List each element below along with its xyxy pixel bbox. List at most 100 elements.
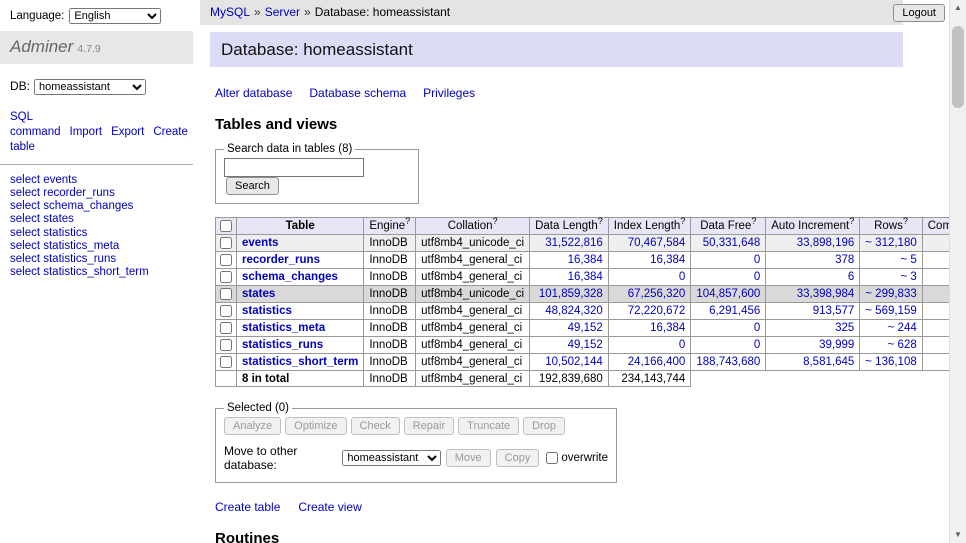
sidebar-link-select-events[interactable]: select events: [10, 174, 200, 187]
data-free-cell: 6,291,456: [691, 303, 766, 320]
rows-link-statistics-meta[interactable]: ~ 244: [888, 322, 917, 334]
doc-help-link[interactable]: ?: [598, 216, 603, 226]
truncate-button[interactable]: Truncate: [458, 417, 519, 435]
index-length-cell: 0: [608, 337, 691, 354]
table-name-cell: states: [237, 286, 364, 303]
doc-help-link[interactable]: ?: [849, 216, 854, 226]
table-link-statistics-meta[interactable]: statistics_meta: [242, 322, 325, 334]
language-label: Language:: [10, 10, 64, 22]
sidebar-link-select-schema-changes[interactable]: select schema_changes: [10, 200, 200, 213]
doc-help-link[interactable]: ?: [405, 216, 410, 226]
scroll-up-icon[interactable]: ▲: [950, 0, 966, 16]
drop-button[interactable]: Drop: [523, 417, 565, 435]
move-button[interactable]: Move: [446, 449, 491, 467]
rows-link-statistics[interactable]: ~ 569,159: [865, 305, 916, 317]
sidebar-link-select-recorder-runs[interactable]: select recorder_runs: [10, 187, 200, 200]
row-checkbox[interactable]: [220, 305, 232, 317]
overwrite-checkbox[interactable]: [546, 452, 558, 464]
doc-help-link[interactable]: ?: [680, 216, 685, 226]
rows-link-statistics-short-term[interactable]: ~ 136,108: [865, 356, 916, 368]
auto-increment-cell: 6: [766, 269, 860, 286]
repair-button[interactable]: Repair: [404, 417, 454, 435]
index-length-cell: 16,384: [608, 320, 691, 337]
index-length-cell: 70,467,584: [608, 235, 691, 252]
selected-fieldset: Selected (0) AnalyzeOptimizeCheckRepairT…: [215, 402, 617, 483]
doc-help-link[interactable]: ?: [903, 216, 908, 226]
scrollbar-thumb[interactable]: [952, 26, 964, 108]
vertical-scrollbar[interactable]: ▲ ▼: [949, 0, 966, 543]
sidebar-action-import[interactable]: Import: [70, 126, 103, 138]
check-button[interactable]: Check: [351, 417, 400, 435]
select-all-checkbox[interactable]: [220, 220, 232, 232]
data-length-cell: 48,824,320: [530, 303, 609, 320]
search-button[interactable]: Search: [226, 177, 279, 195]
sidebar-action-sql-command[interactable]: SQL command: [10, 111, 61, 138]
collation-cell: utf8mb4_general_ci: [416, 320, 530, 337]
copy-button[interactable]: Copy: [496, 449, 540, 467]
rows-link-schema-changes[interactable]: ~ 3: [900, 271, 916, 283]
rows-link-recorder-runs[interactable]: ~ 5: [900, 254, 916, 266]
table-link-events[interactable]: events: [242, 237, 278, 249]
table-name-cell: recorder_runs: [237, 252, 364, 269]
index-length-cell: 0: [608, 269, 691, 286]
table-link-schema-changes[interactable]: schema_changes: [242, 271, 338, 283]
sidebar-action-export[interactable]: Export: [111, 126, 144, 138]
sidebar: Language:English Adminer4.7.9 DB:homeass…: [0, 0, 200, 543]
move-db-select[interactable]: homeassistant: [342, 450, 440, 466]
row-checkbox[interactable]: [220, 339, 232, 351]
overwrite-option: overwrite: [544, 452, 608, 464]
data-free-cell: 0: [691, 320, 766, 337]
data-length-cell: 16,384: [530, 252, 609, 269]
breadcrumb-link-server[interactable]: Server: [265, 5, 300, 19]
analyze-button[interactable]: Analyze: [224, 417, 281, 435]
db-select[interactable]: homeassistant: [34, 79, 146, 95]
optimize-button[interactable]: Optimize: [285, 417, 346, 435]
content: MySQL»Server»Database: homeassistant Log…: [200, 0, 949, 543]
table-link-statistics-short-term[interactable]: statistics_short_term: [242, 356, 358, 368]
table-link-states[interactable]: states: [242, 288, 275, 300]
table-link-statistics-runs[interactable]: statistics_runs: [242, 339, 323, 351]
overwrite-label: overwrite: [561, 452, 608, 464]
data-free-cell: 50,331,648: [691, 235, 766, 252]
table-row-statistics-short-term: statistics_short_termInnoDButf8mb4_gener…: [216, 354, 966, 371]
breadcrumb-link-mysql[interactable]: MySQL: [210, 5, 250, 19]
breadcrumb-separator: »: [304, 5, 311, 19]
link-create-table[interactable]: Create table: [215, 500, 280, 514]
column-header-data-free: Data Free?: [691, 218, 766, 235]
row-check-cell: [216, 235, 237, 252]
row-check-cell: [216, 320, 237, 337]
row-checkbox[interactable]: [220, 271, 232, 283]
doc-help-link[interactable]: ?: [751, 216, 756, 226]
row-checkbox[interactable]: [220, 254, 232, 266]
table-link-statistics[interactable]: statistics: [242, 305, 292, 317]
row-checkbox[interactable]: [220, 322, 232, 334]
search-input[interactable]: [224, 158, 364, 177]
language-select[interactable]: English: [69, 8, 161, 24]
total-data-length-cell: 192,839,680: [530, 371, 609, 387]
scroll-down-icon[interactable]: ▼: [950, 527, 966, 543]
rows-link-states[interactable]: ~ 299,833: [865, 288, 916, 300]
nav-link-database-schema[interactable]: Database schema: [309, 86, 406, 100]
engine-cell: InnoDB: [364, 320, 416, 337]
rows-link-events[interactable]: ~ 312,180: [865, 237, 916, 249]
row-check-cell: [216, 286, 237, 303]
link-create-view[interactable]: Create view: [298, 500, 361, 514]
sidebar-link-select-statistics-meta[interactable]: select statistics_meta: [10, 240, 200, 253]
sidebar-link-select-statistics[interactable]: select statistics: [10, 227, 200, 240]
sidebar-link-select-statistics-short-term[interactable]: select statistics_short_term: [10, 266, 200, 279]
sidebar-link-select-statistics-runs[interactable]: select statistics_runs: [10, 253, 200, 266]
row-checkbox[interactable]: [220, 237, 232, 249]
nav-link-privileges[interactable]: Privileges: [423, 86, 475, 100]
nav-link-alter-database[interactable]: Alter database: [215, 86, 292, 100]
table-link-recorder-runs[interactable]: recorder_runs: [242, 254, 320, 266]
total-label-cell: 8 in total: [237, 371, 364, 387]
logout-button[interactable]: Logout: [893, 4, 945, 22]
engine-cell: InnoDB: [364, 235, 416, 252]
doc-help-link[interactable]: ?: [492, 216, 497, 226]
sidebar-link-select-states[interactable]: select states: [10, 213, 200, 226]
breadcrumb: MySQL»Server»Database: homeassistant: [200, 0, 903, 25]
column-header-rows: Rows?: [860, 218, 922, 235]
row-checkbox[interactable]: [220, 356, 232, 368]
row-checkbox[interactable]: [220, 288, 232, 300]
rows-link-statistics-runs[interactable]: ~ 628: [888, 339, 917, 351]
